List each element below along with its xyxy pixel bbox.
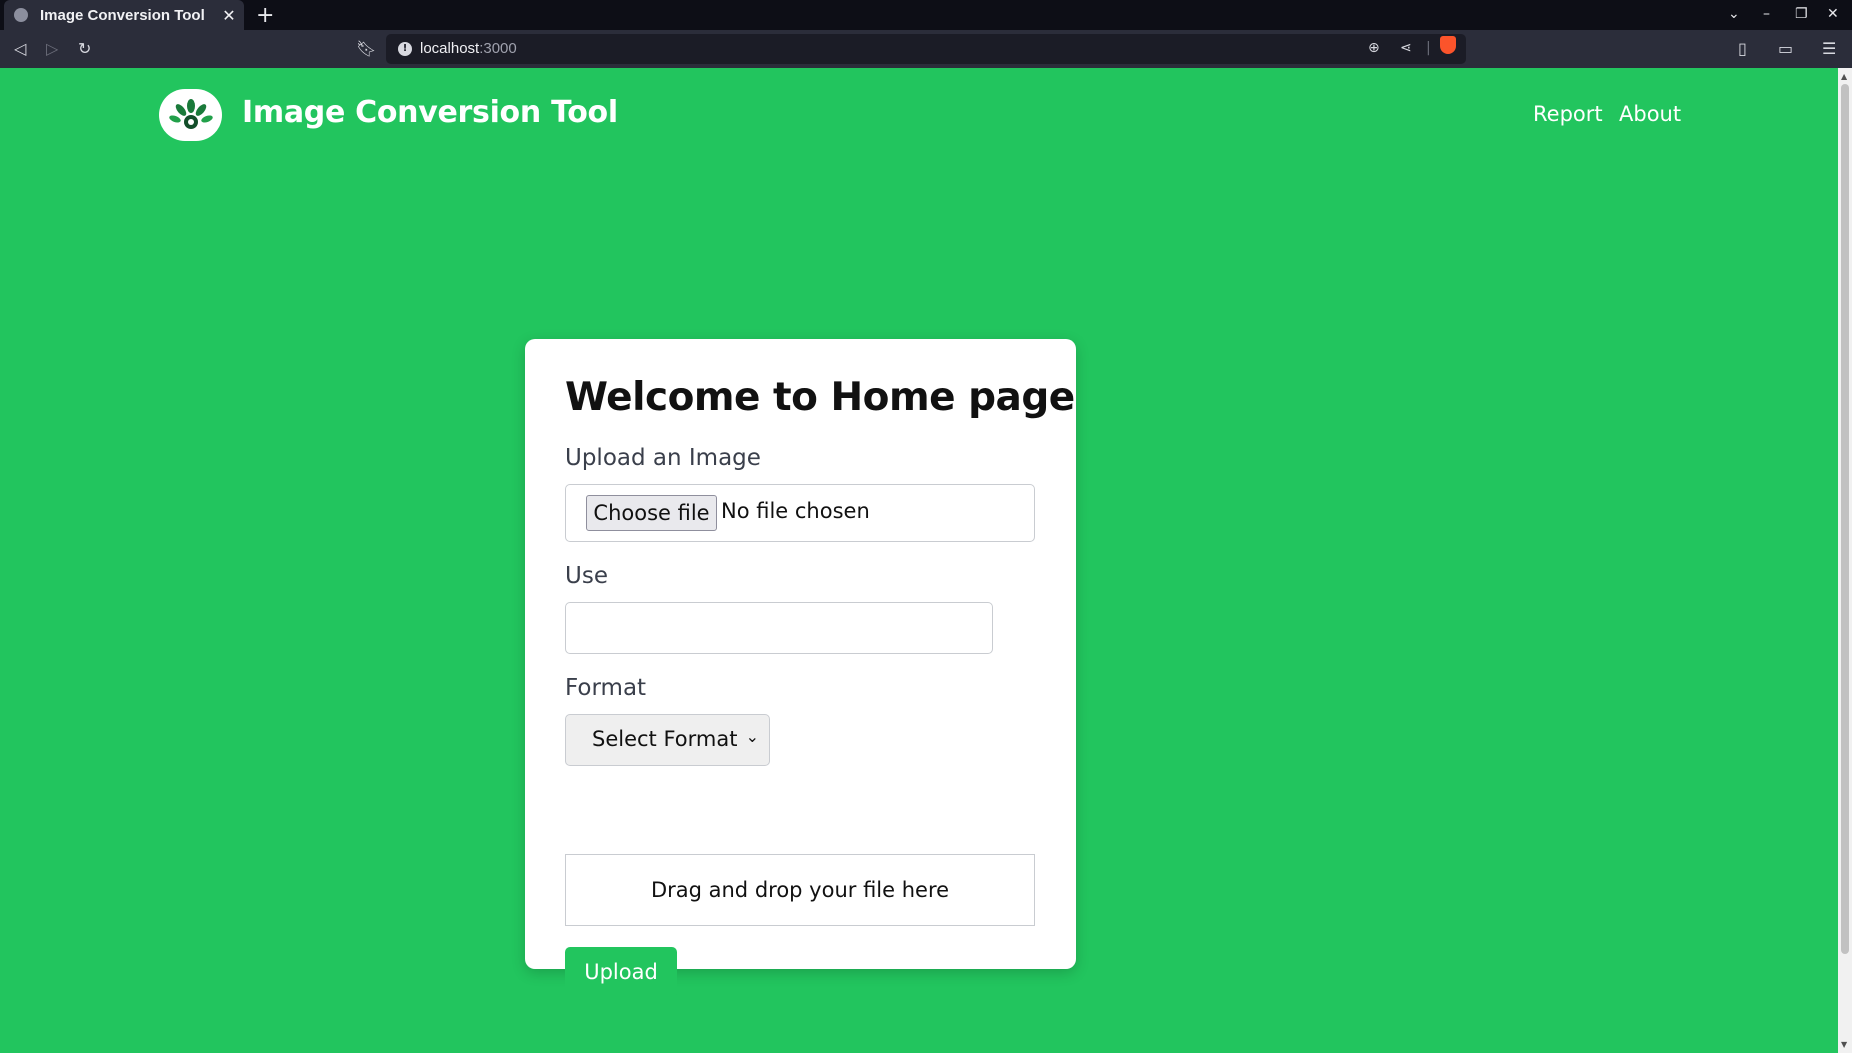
bookmark-icon[interactable]: 🔖︎	[356, 39, 376, 58]
file-status: No file chosen	[721, 499, 870, 523]
site-info-icon[interactable]: !	[398, 42, 412, 56]
format-selected-value: Select Format	[592, 727, 738, 751]
chevron-down-icon: ⌄	[745, 727, 759, 746]
minimize-icon[interactable]: –	[1763, 6, 1770, 22]
tab-list-chevron-icon[interactable]: ⌄	[1728, 6, 1740, 22]
separator: |	[1426, 40, 1431, 56]
nav-about[interactable]: About	[1619, 102, 1681, 126]
upload-card: Welcome to Home page Upload an Image Cho…	[525, 339, 1076, 997]
drop-zone[interactable]: Drag and drop your file here	[565, 854, 1035, 926]
menu-icon[interactable]: ☰	[1822, 39, 1836, 58]
tab-close-icon[interactable]: ✕	[218, 6, 240, 25]
page-scrollbar[interactable]: ▲ ▼	[1838, 68, 1852, 1053]
brave-shield-icon[interactable]	[1440, 36, 1456, 54]
tab-title: Image Conversion Tool	[40, 6, 205, 24]
gear-leaves-icon	[168, 99, 213, 129]
browser-toolbar: ◁ ▷ ↻ 🔖︎ ! localhost:3000 ⊕ ⋖ | ▯ ▭ ☰	[0, 30, 1852, 68]
use-label: Use	[565, 563, 608, 589]
forward-icon[interactable]: ▷	[46, 39, 58, 58]
globe-icon	[14, 8, 28, 22]
url-text: localhost:3000	[420, 40, 517, 57]
scrollbar-thumb[interactable]	[1841, 84, 1849, 954]
wallet-icon[interactable]: ▭	[1778, 39, 1793, 58]
brand-title[interactable]: Image Conversion Tool	[242, 95, 618, 130]
restore-icon[interactable]: ❐	[1795, 6, 1808, 22]
browser-tab[interactable]: Image Conversion Tool ✕	[4, 0, 244, 30]
file-input[interactable]: Choose file No file chosen	[565, 484, 1035, 542]
window-close-icon[interactable]: ✕	[1827, 6, 1839, 22]
page: Image Conversion Tool Report About Welco…	[0, 68, 1838, 1053]
zoom-icon[interactable]: ⊕	[1368, 40, 1380, 56]
choose-file-button[interactable]: Choose file	[586, 495, 717, 531]
scroll-up-icon[interactable]: ▲	[1841, 72, 1847, 81]
sidebar-icon[interactable]: ▯	[1738, 39, 1747, 58]
scroll-down-icon[interactable]: ▼	[1841, 1040, 1847, 1049]
back-icon[interactable]: ◁	[14, 39, 26, 58]
format-select[interactable]: Select Format ⌄	[565, 714, 770, 766]
address-bar[interactable]: ! localhost:3000 ⊕ ⋖ |	[386, 34, 1466, 64]
reload-icon[interactable]: ↻	[78, 39, 91, 58]
new-tab-button[interactable]: +	[256, 3, 274, 28]
page-heading: Welcome to Home page	[565, 375, 1075, 420]
upload-button[interactable]: Upload	[565, 947, 677, 997]
nav-report[interactable]: Report	[1533, 102, 1603, 126]
use-input[interactable]	[565, 602, 993, 654]
logo[interactable]	[159, 89, 222, 141]
share-icon[interactable]: ⋖	[1400, 40, 1412, 56]
browser-tab-bar: Image Conversion Tool ✕ + ⌄ – ❐ ✕	[0, 0, 1852, 30]
upload-label: Upload an Image	[565, 445, 761, 471]
format-label: Format	[565, 675, 647, 701]
